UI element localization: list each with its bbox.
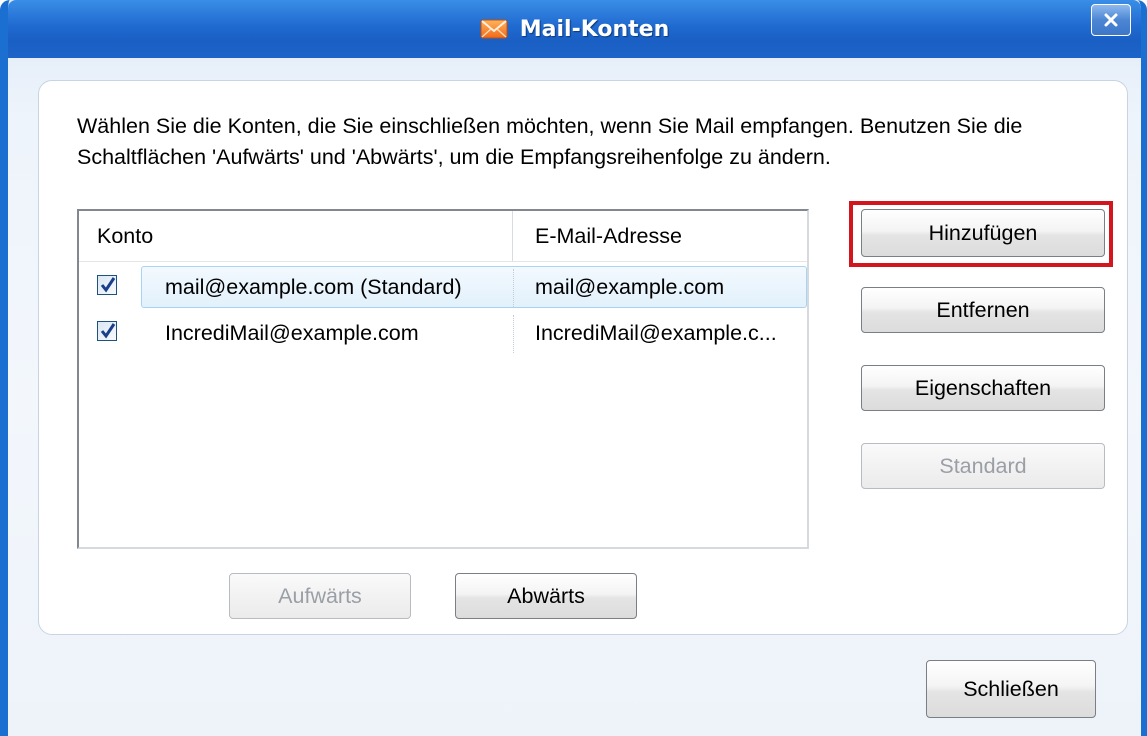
table-row[interactable]: mail@example.com (Standard) mail@example… <box>79 265 807 311</box>
properties-button[interactable]: Eigenschaften <box>861 365 1105 411</box>
mail-accounts-dialog: Mail-Konten Wählen Sie die Konten, die S… <box>0 0 1147 736</box>
table-row[interactable]: IncrediMail@example.com IncrediMail@exam… <box>79 311 807 357</box>
set-default-button[interactable]: Standard <box>861 443 1105 489</box>
move-up-button[interactable]: Aufwärts <box>229 573 411 619</box>
close-button[interactable] <box>1091 4 1131 36</box>
close-dialog-button[interactable]: Schließen <box>926 660 1096 718</box>
list-header: Konto E-Mail-Adresse <box>79 211 807 262</box>
account-name: mail@example.com (Standard) <box>165 274 462 299</box>
content-panel: Wählen Sie die Konten, die Sie einschlie… <box>38 80 1128 635</box>
title-bar[interactable]: Mail-Konten <box>8 0 1141 58</box>
account-email: IncrediMail@example.c... <box>535 320 777 345</box>
checkmark-icon <box>100 323 116 339</box>
account-name: IncrediMail@example.com <box>165 320 419 345</box>
window-title: Mail-Konten <box>519 16 670 42</box>
account-checkbox[interactable] <box>97 321 117 341</box>
column-header-account[interactable]: Konto <box>79 211 513 261</box>
title-wrap: Mail-Konten <box>8 0 1141 58</box>
account-email: mail@example.com <box>535 274 725 299</box>
account-checkbox[interactable] <box>97 275 117 295</box>
accounts-list[interactable]: Konto E-Mail-Adresse mail@example.com (S… <box>77 209 809 549</box>
add-account-button[interactable]: Hinzufügen <box>861 209 1105 257</box>
instructions-text: Wählen Sie die Konten, die Sie einschlie… <box>77 114 1023 169</box>
checkmark-icon <box>100 277 116 293</box>
move-down-button[interactable]: Abwärts <box>455 573 637 619</box>
envelope-icon <box>480 18 508 40</box>
column-divider <box>513 315 514 353</box>
column-divider <box>513 269 514 307</box>
close-icon <box>1104 13 1118 27</box>
column-header-email[interactable]: E-Mail-Adresse <box>513 211 809 261</box>
remove-account-button[interactable]: Entfernen <box>861 287 1105 333</box>
